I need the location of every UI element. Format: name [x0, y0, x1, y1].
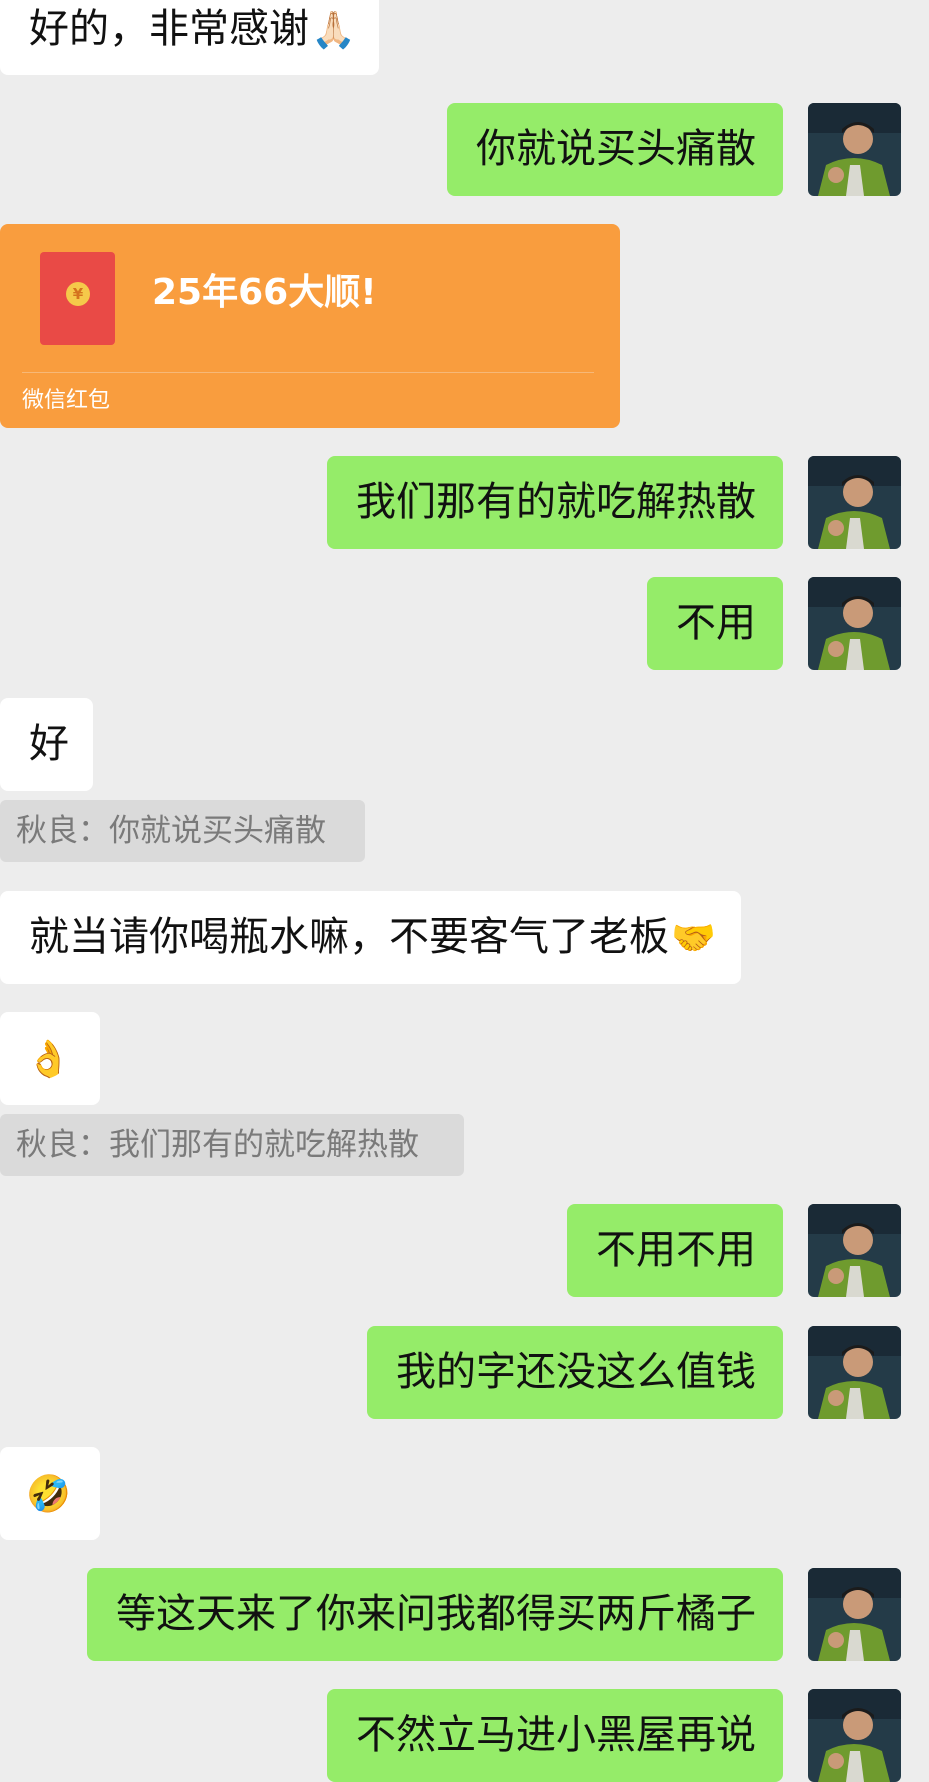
ok-hand-emoji-icon: 👌 — [26, 1039, 71, 1080]
message-bubble-outgoing[interactable]: 你就说买头痛散 — [447, 103, 783, 196]
message-bubble-outgoing[interactable]: 等这天来了你来问我都得买两斤橘子 — [87, 1568, 783, 1661]
avatar[interactable] — [808, 1326, 901, 1419]
message-bubble-outgoing[interactable]: 不用不用 — [567, 1204, 783, 1297]
message-bubble-incoming[interactable]: 🤣 — [0, 1447, 100, 1540]
message-text: 就当请你喝瓶水嘛，不要客气了老板 — [29, 914, 669, 960]
quoted-message[interactable]: 秋良：你就说买头痛散 — [0, 800, 365, 862]
red-envelope-icon: ¥ — [40, 252, 115, 345]
message-text: 等这天来了你来问我都得买两斤橘子 — [116, 1591, 756, 1637]
message-text: 我们那有的就吃解热散 — [356, 479, 756, 525]
message-text: 你就说买头痛散 — [476, 126, 756, 172]
red-packet-divider — [22, 372, 594, 373]
message-bubble-incoming[interactable]: 好 — [0, 698, 93, 791]
handshake-emoji-icon: 🤝 — [671, 918, 716, 959]
avatar-icon — [808, 1568, 901, 1661]
message-bubble-incoming[interactable]: 好的，非常感谢🙏🏻 — [0, 0, 379, 75]
message-bubble-incoming[interactable]: 就当请你喝瓶水嘛，不要客气了老板🤝 — [0, 891, 741, 984]
pray-emoji-icon: 🙏🏻 — [311, 10, 356, 51]
avatar[interactable] — [808, 456, 901, 549]
message-bubble-outgoing[interactable]: 我的字还没这么值钱 — [367, 1326, 783, 1419]
avatar[interactable] — [808, 577, 901, 670]
quote-text: 秋良：我们那有的就吃解热散 — [16, 1127, 419, 1163]
message-text: 不用不用 — [596, 1227, 756, 1273]
red-packet-card[interactable]: ¥ 25年66大顺! 微信红包 — [0, 224, 620, 428]
avatar-icon — [808, 456, 901, 549]
quoted-message[interactable]: 秋良：我们那有的就吃解热散 — [0, 1114, 464, 1176]
red-packet-title: 25年66大顺! — [152, 272, 377, 313]
avatar-icon — [808, 1204, 901, 1297]
avatar[interactable] — [808, 1204, 901, 1297]
message-bubble-incoming[interactable]: 👌 — [0, 1012, 100, 1105]
avatar[interactable] — [808, 1689, 901, 1782]
red-packet-label: 微信红包 — [22, 388, 111, 413]
message-text: 好 — [29, 721, 69, 767]
avatar-icon — [808, 1689, 901, 1782]
chat-area: 好的，非常感谢🙏🏻 你就说买头痛散 ¥ 25年66大顺! 微信红包 我们那有的就… — [0, 0, 929, 1782]
message-bubble-outgoing[interactable]: 不然立马进小黑屋再说 — [327, 1689, 783, 1782]
message-text: 我的字还没这么值钱 — [396, 1349, 756, 1395]
quote-text: 秋良：你就说买头痛散 — [16, 813, 326, 849]
message-bubble-outgoing[interactable]: 不用 — [647, 577, 783, 670]
coin-icon: ¥ — [66, 282, 90, 306]
message-bubble-outgoing[interactable]: 我们那有的就吃解热散 — [327, 456, 783, 549]
avatar[interactable] — [808, 103, 901, 196]
laughing-emoji-icon: 🤣 — [26, 1474, 71, 1515]
avatar[interactable] — [808, 1568, 901, 1661]
avatar-icon — [808, 103, 901, 196]
avatar-icon — [808, 577, 901, 670]
message-text: 好的，非常感谢 — [29, 6, 309, 52]
avatar-icon — [808, 1326, 901, 1419]
message-text: 不用 — [676, 600, 756, 646]
message-text: 不然立马进小黑屋再说 — [356, 1712, 756, 1758]
